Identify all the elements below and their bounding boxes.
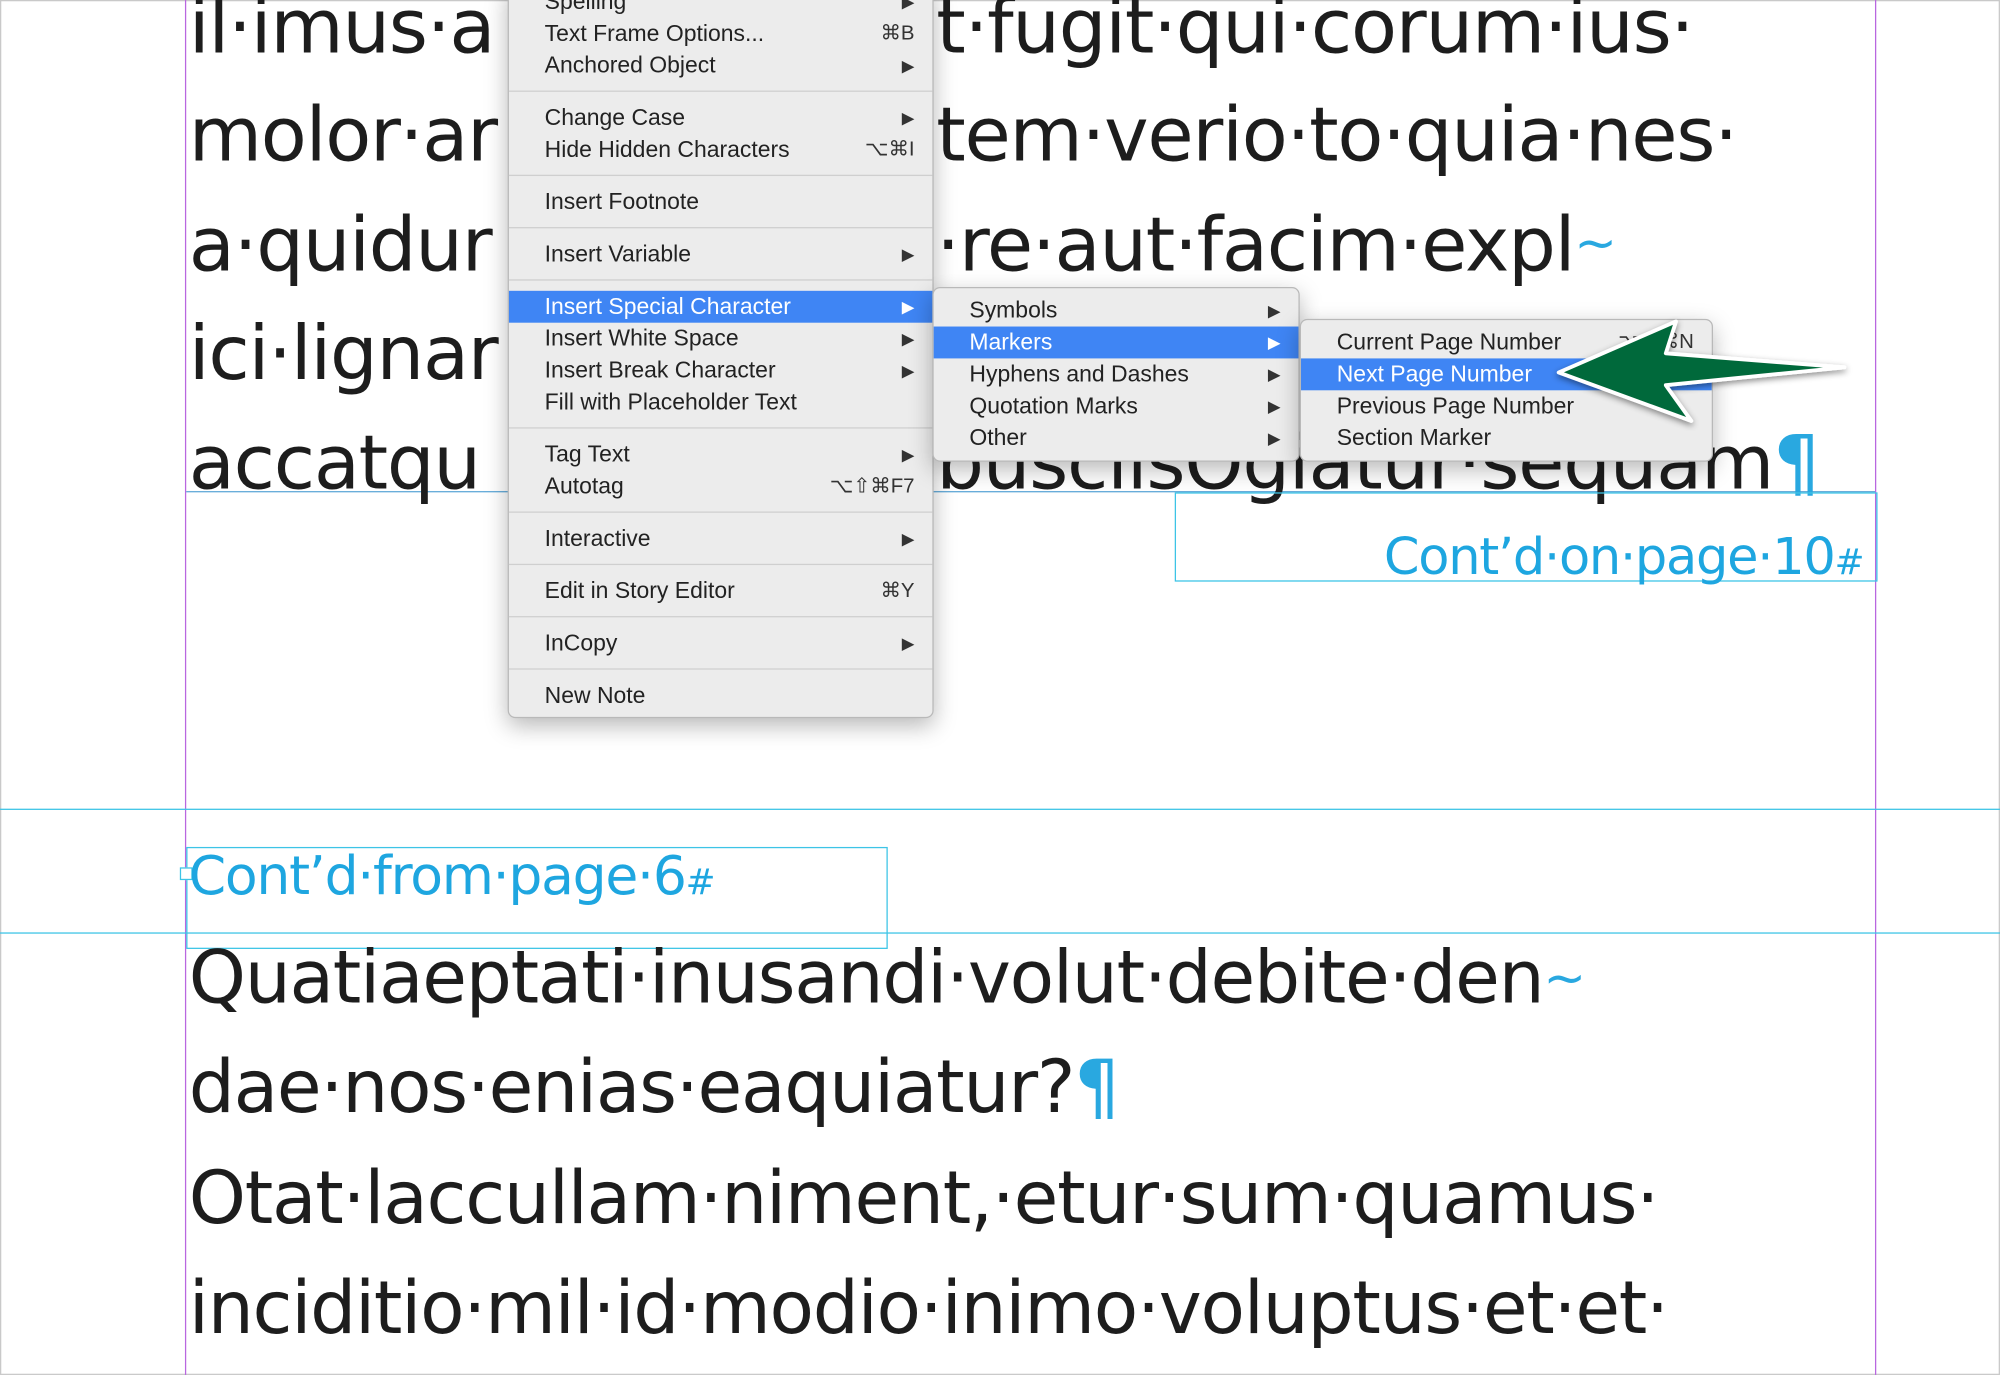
callout-arrow-icon	[1556, 319, 1847, 423]
body-line-3-right: ·re·aut·facim·expl~	[936, 200, 1617, 289]
menu-item-tag-text[interactable]: Tag Text ▶	[509, 439, 932, 471]
menu-item-edit-in-story-editor[interactable]: Edit in Story Editor ⌘Y	[509, 575, 932, 607]
menu-item-insert-footnote[interactable]: Insert Footnote	[509, 186, 932, 218]
discretionary-hyphen-mark: ~	[1543, 948, 1586, 1008]
body-line-8: Otat·laccullam·niment,·etur·sum·quamus·	[188, 1156, 1660, 1242]
hash-marker: #	[1834, 540, 1865, 583]
body-line-2-right: tem·verio·to·quia·nes·	[936, 90, 1738, 179]
menu-item-spelling[interactable]: Spelling ▶	[509, 0, 932, 18]
body-line-9: inciditio·mil·id·modio·inimo·voluptus·et…	[188, 1266, 1669, 1351]
menu-item-insert-break-character[interactable]: Insert Break Character ▶	[509, 355, 932, 387]
menu-item-insert-white-space[interactable]: Insert White Space ▶	[509, 323, 932, 355]
body-line-3-left: a·quidur	[188, 200, 493, 289]
menu-separator	[508, 616, 933, 618]
menu-item-hide-hidden-characters[interactable]: Hide Hidden Characters ⌥⌘I	[509, 134, 932, 166]
submenu-item-quotation-marks[interactable]: Quotation Marks ▶	[934, 390, 1299, 422]
submenu-item-other[interactable]: Other ▶	[934, 422, 1299, 454]
body-line-7: dae·nos·enias·eaquiatur?¶	[188, 1045, 1121, 1131]
menu-item-anchored-object[interactable]: Anchored Object ▶	[509, 50, 932, 82]
special-character-submenu: Symbols ▶ Markers ▶ Hyphens and Dashes ▶ Qu…	[932, 286, 1300, 462]
body-line-5-left: accatqu	[188, 418, 481, 507]
contd-from-page-text: Cont’d·from·page·6#	[188, 844, 716, 907]
menu-item-change-case[interactable]: Change Case ▶	[509, 102, 932, 134]
guide-horizontal-1	[0, 808, 2000, 810]
context-menu: Spelling ▶ Text Frame Options... ⌘B Anchor…	[507, 0, 934, 719]
menu-item-insert-special-character[interactable]: Insert Special Character ▶	[508, 290, 933, 323]
body-line-1-right: t·fugit·qui·corum·ius·	[936, 0, 1694, 71]
menu-item-incopy[interactable]: InCopy ▶	[509, 628, 932, 660]
discretionary-hyphen-mark: ~	[1574, 214, 1617, 273]
body-line-2-left: molor·ar	[188, 90, 498, 179]
submenu-item-hyphens-and-dashes[interactable]: Hyphens and Dashes ▶	[934, 358, 1299, 390]
menu-item-fill-with-placeholder-text[interactable]: Fill with Placeholder Text	[509, 386, 932, 418]
margin-guide-left	[184, 0, 187, 1375]
menu-separator	[508, 227, 933, 229]
menu-item-insert-variable[interactable]: Insert Variable ▶	[509, 239, 932, 271]
menu-separator	[508, 279, 933, 281]
menu-separator	[508, 668, 933, 670]
menu-separator	[508, 563, 933, 566]
hash-marker: #	[685, 860, 716, 904]
menu-item-autotag[interactable]: Autotag ⌥⇧⌘F7	[509, 471, 932, 503]
indesign-page: il·imus·a molor·ar a·quidur ici·lignar a…	[0, 0, 2000, 1375]
menu-separator	[508, 511, 933, 513]
menu-separator	[508, 427, 933, 429]
menu-separator	[508, 174, 933, 177]
submenu-item-markers[interactable]: Markers ▶	[933, 326, 1299, 359]
submenu-item-symbols[interactable]: Symbols ▶	[934, 295, 1299, 327]
menu-item-new-note[interactable]: New Note	[509, 680, 932, 712]
body-line-4-left: ici·lignar	[188, 308, 499, 397]
margin-guide-right	[1874, 0, 1877, 1375]
contd-on-page-text: Cont’d·on·page·10#	[1383, 528, 1865, 587]
menu-item-interactive[interactable]: Interactive ▶	[509, 523, 932, 555]
body-line-1-left: il·imus·a	[188, 0, 496, 71]
pilcrow-mark: ¶	[1074, 1045, 1120, 1131]
menu-separator	[508, 90, 933, 92]
body-line-6: Quatiaeptati·inusandi·volut·debite·den~	[188, 936, 1586, 1021]
menu-item-text-frame-options[interactable]: Text Frame Options... ⌘B	[509, 18, 932, 50]
